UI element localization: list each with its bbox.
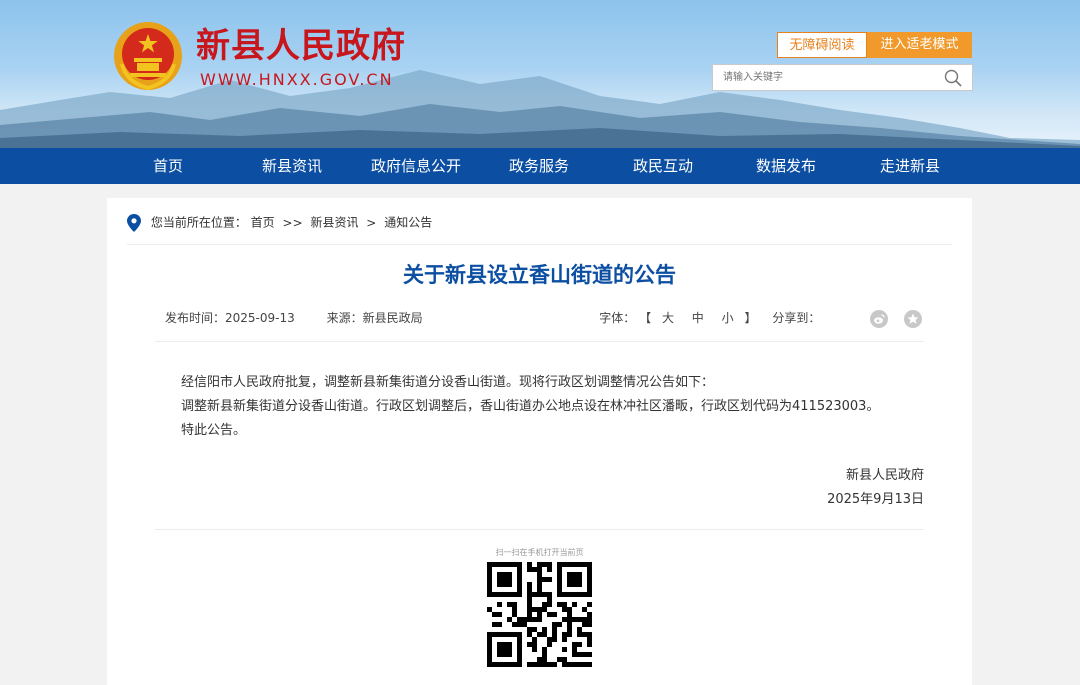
nav-item-data[interactable]: 数据发布 xyxy=(731,148,841,184)
accessible-reading-button[interactable]: 无障碍阅读 xyxy=(777,32,867,58)
nav-item-home[interactable]: 首页 xyxy=(113,148,223,184)
nav-item-gov-info[interactable]: 政府信息公开 xyxy=(361,148,471,184)
font-size-label: 字体： xyxy=(599,311,636,325)
font-bracket-close: 】 xyxy=(744,311,757,325)
divider xyxy=(127,244,952,245)
qr-code-icon xyxy=(487,562,592,667)
article-meta: 发布时间：2025-09-13 来源：新县民政局 xyxy=(165,308,451,328)
breadcrumb-notices[interactable]: 通知公告 xyxy=(384,216,432,230)
article-body: 经信阳市人民政府批复，调整新县新集街道分设香山街道。现将行政区划调整情况公告如下… xyxy=(181,371,941,443)
article-signature: 新县人民政府 2025年9月13日 xyxy=(827,464,924,512)
breadcrumb-prefix: 您当前所在位置： xyxy=(150,215,247,230)
site-domain: WWW.HNXX.GOV.CN xyxy=(200,70,394,89)
nav-item-about[interactable]: 走进新县 xyxy=(855,148,965,184)
share-label: 分享到： xyxy=(772,311,821,325)
favorite-share-icon[interactable] xyxy=(904,309,922,328)
search-input[interactable] xyxy=(713,65,948,90)
main-nav: 首页 新县资讯 政府信息公开 政务服务 政民互动 数据发布 走进新县 xyxy=(0,148,1080,184)
breadcrumb-home[interactable]: 首页 xyxy=(251,216,275,230)
nav-item-interaction[interactable]: 政民互动 xyxy=(608,148,718,184)
font-size-small-button[interactable]: 小 xyxy=(722,311,734,325)
signature-org: 新县人民政府 xyxy=(845,468,924,483)
search-box xyxy=(712,64,973,91)
site-title: 新县人民政府 xyxy=(196,26,406,66)
signature-date: 2025年9月13日 xyxy=(827,492,924,507)
publish-time: 发布时间：2025-09-13 xyxy=(165,311,295,325)
search-icon[interactable] xyxy=(944,69,962,87)
location-pin-icon xyxy=(127,213,141,232)
nav-item-news[interactable]: 新县资讯 xyxy=(237,148,347,184)
article-source: 来源：新县民政局 xyxy=(326,311,423,325)
weibo-share-icon[interactable] xyxy=(870,309,889,328)
national-emblem-icon xyxy=(114,22,182,91)
font-size-medium-button[interactable]: 中 xyxy=(692,311,704,325)
breadcrumb-separator: >> xyxy=(282,215,303,230)
article-paragraph: 特此公告。 xyxy=(181,423,247,438)
divider xyxy=(155,341,924,342)
font-bracket-open: 【 xyxy=(639,311,652,325)
elderly-mode-button[interactable]: 进入适老模式 xyxy=(867,32,972,58)
breadcrumb: 您当前所在位置： 首页 >> 新县资讯 > 通知公告 xyxy=(127,212,432,232)
nav-item-services[interactable]: 政务服务 xyxy=(484,148,594,184)
font-size-large-button[interactable]: 大 xyxy=(662,311,674,325)
article-tools: 字体： 【 大 中 小 】 分享到： xyxy=(599,308,922,328)
breadcrumb-news[interactable]: 新县资讯 xyxy=(310,216,358,230)
article-paragraph: 经信阳市人民政府批复，调整新县新集街道分设香山街道。现将行政区划调整情况公告如下… xyxy=(181,375,715,390)
qr-caption: 扫一扫在手机打开当前页 xyxy=(495,548,584,557)
article-paragraph: 调整新县新集街道分设香山街道。行政区划调整后，香山街道办公地点设在林冲社区潘畈，… xyxy=(181,399,880,414)
divider xyxy=(155,529,924,530)
article-panel: 您当前所在位置： 首页 >> 新县资讯 > 通知公告 关于新县设立香山街道的公告… xyxy=(107,198,972,685)
site-header: 新县人民政府 WWW.HNXX.GOV.CN 无障碍阅读 进入适老模式 xyxy=(0,0,1080,148)
article-title: 关于新县设立香山街道的公告 xyxy=(403,263,676,287)
breadcrumb-separator: > xyxy=(366,215,377,230)
